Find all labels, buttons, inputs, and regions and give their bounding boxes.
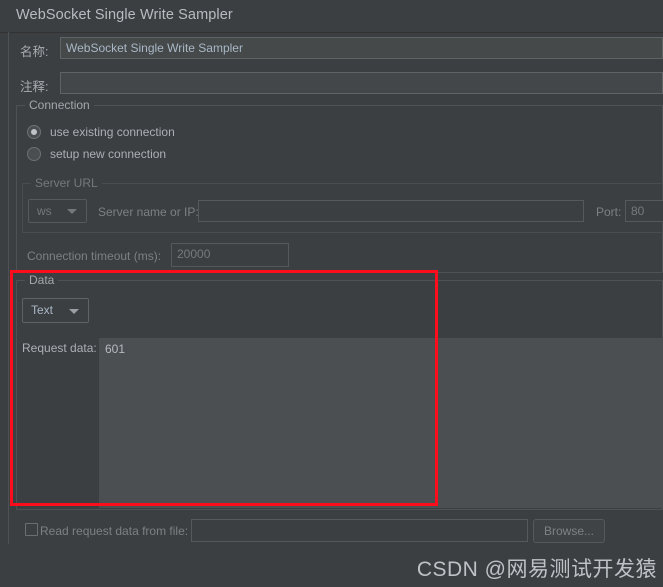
data-type-combo[interactable]: Text [22,298,89,323]
port-input[interactable]: 80 [625,200,663,222]
name-label: 名称: [20,45,49,59]
server-name-input[interactable] [198,200,584,222]
connection-group-title: Connection [25,98,94,112]
port-label: Port: [596,205,622,219]
browse-button[interactable]: Browse... [533,519,605,543]
websocket-sampler-panel: WebSocket Single Write Sampler 名称: WebSo… [0,0,663,587]
radio-setup-new-connection-label: setup new connection [50,147,167,161]
comment-label: 注释: [20,80,49,94]
chevron-down-icon [69,308,79,314]
radio-use-existing-connection-label: use existing connection [50,125,175,139]
radio-setup-new-connection[interactable] [27,147,41,161]
data-group-title: Data [25,273,59,287]
chevron-down-icon [67,209,77,214]
connection-timeout-input[interactable]: 20000 [171,243,289,267]
name-input[interactable]: WebSocket Single Write Sampler [60,37,663,59]
protocol-combo-value: ws [37,204,52,218]
left-gutter-rule [8,32,9,544]
comment-input[interactable] [60,72,663,94]
server-url-group-title: Server URL [31,176,102,190]
watermark-text: CSDN @网易测试开发猿 [416,558,657,581]
request-data-textarea[interactable]: 601 [99,338,663,508]
radio-use-existing-connection[interactable] [27,125,41,139]
read-request-data-from-file-label: Read request data from file: [40,524,189,538]
read-request-data-from-file-checkbox[interactable] [25,523,38,536]
data-type-combo-value: Text [31,303,54,317]
panel-title-bar: WebSocket Single Write Sampler [0,0,663,33]
file-path-input[interactable] [191,519,528,542]
page-title: WebSocket Single Write Sampler [16,7,233,23]
server-name-label: Server name or IP: [98,205,199,219]
request-data-label: Request data: [22,341,97,355]
connection-timeout-label: Connection timeout (ms): [27,249,162,263]
protocol-combo[interactable]: ws [28,199,87,223]
